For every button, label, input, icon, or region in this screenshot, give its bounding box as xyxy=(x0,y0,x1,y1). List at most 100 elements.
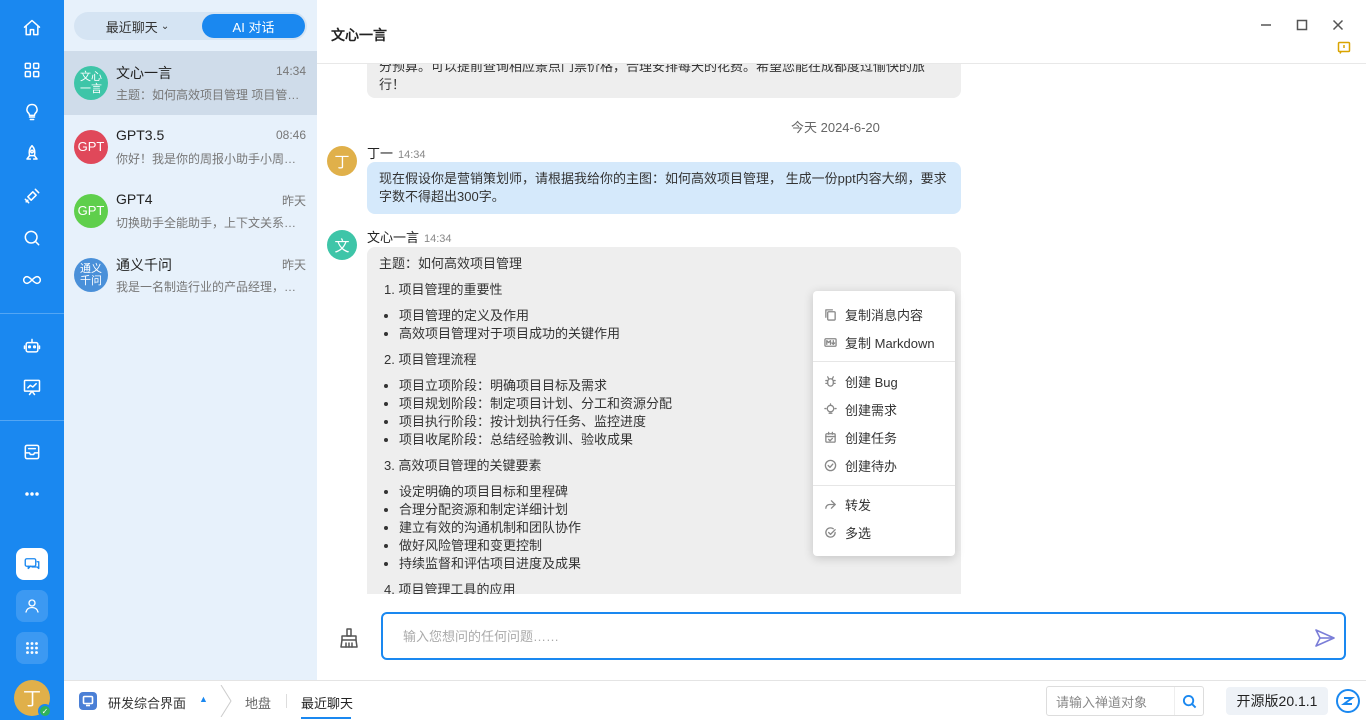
outline-section-title: 4. 项目管理工具的应用 xyxy=(384,582,516,594)
message-time: 14:34 xyxy=(424,233,452,245)
notice-icon[interactable] xyxy=(1337,41,1353,57)
avatar[interactable]: 丁 xyxy=(327,146,357,176)
conversation-item[interactable]: 通义 千问 通义千问 昨天 我是一名制造行业的产品经理，请帮我 xyxy=(64,243,317,307)
chat-header: 文心一言 xyxy=(317,0,1366,64)
menu-item-create-bug[interactable]: 创建 Bug xyxy=(813,368,955,394)
conversation-time: 昨天 xyxy=(281,258,306,272)
inbox-icon[interactable] xyxy=(17,437,47,467)
online-status-icon: ✓ xyxy=(38,704,52,718)
menu-item-create-task[interactable]: 创建任务 xyxy=(813,424,955,450)
object-search-input[interactable] xyxy=(1056,693,1174,711)
maximize-icon[interactable] xyxy=(1292,15,1312,35)
workspace-switcher[interactable]: 研发综合界面 xyxy=(108,693,186,712)
workspace-icon xyxy=(79,692,97,710)
contacts-icon[interactable] xyxy=(16,590,48,622)
breadcrumb-separator xyxy=(219,684,233,718)
copy-icon xyxy=(823,307,837,321)
message-context-menu: 复制消息内容 复制 Markdown 创建 Bug 创建需求 创建任务 创建待办… xyxy=(813,291,955,556)
send-icon[interactable] xyxy=(1313,626,1337,650)
menu-divider xyxy=(813,361,955,362)
breadcrumb-dashboard[interactable]: 地盘 xyxy=(245,693,271,712)
tab-ai-label: AI 对话 xyxy=(232,19,275,35)
menu-item-label: 创建需求 xyxy=(845,402,898,418)
menu-item-label: 复制 Markdown xyxy=(845,335,935,351)
conversation-name: 通义千问 xyxy=(116,257,172,273)
tab-recent-label: 最近聊天 xyxy=(105,19,158,35)
menu-item-create-story[interactable]: 创建需求 xyxy=(813,396,955,422)
breadcrumb-recent-chats[interactable]: 最近聊天 xyxy=(301,693,353,712)
conversation-time: 14:34 xyxy=(275,64,306,78)
message-time: 14:34 xyxy=(398,149,426,161)
outline-heading: 主题：如何高效项目管理 xyxy=(379,256,523,271)
chat-input-box[interactable] xyxy=(381,612,1346,660)
menu-item-create-todo[interactable]: 创建待办 xyxy=(813,452,955,478)
conversation-item[interactable]: GPT GPT4 昨天 切换助手全能助手，上下文关系已清空 xyxy=(64,179,317,243)
menu-item-label: 复制消息内容 xyxy=(845,307,924,323)
version-badge[interactable]: 开源版20.1.1 xyxy=(1226,687,1328,715)
calendar-check-icon xyxy=(823,430,837,444)
chat-input[interactable] xyxy=(403,626,1283,646)
active-tab-indicator xyxy=(301,717,351,719)
conversation-item[interactable]: 文心一言 文心一言 14:34 主题：如何高效项目管理 项目管理的重要性 xyxy=(64,51,317,115)
check-circle-icon xyxy=(823,458,837,472)
bulb-icon[interactable] xyxy=(17,97,47,127)
menu-item-label: 创建任务 xyxy=(845,430,898,446)
date-divider: 今天 2024-6-20 xyxy=(791,120,880,135)
menu-item-label: 创建待办 xyxy=(845,458,898,474)
conversation-preview: 主题：如何高效项目管理 项目管理的重要性 xyxy=(116,88,304,102)
rocket-icon[interactable] xyxy=(17,139,47,169)
conversation-preview: 切换助手全能助手，上下文关系已清空 xyxy=(116,216,304,230)
robot-icon[interactable] xyxy=(17,331,47,361)
rail-divider xyxy=(0,313,64,314)
caret-up-icon[interactable]: ▲ xyxy=(199,694,208,704)
apps-grid-icon[interactable] xyxy=(17,55,47,85)
more-icon[interactable] xyxy=(17,479,47,509)
user-message-bubble[interactable]: 现在假设你是营销策划师，请根据我给你的主图：如何高效项目管理， 生成一份ppt内… xyxy=(367,162,961,214)
conversation-time: 昨天 xyxy=(281,194,306,208)
conversation-name: 文心一言 xyxy=(116,65,172,81)
zentao-logo-icon[interactable] xyxy=(1336,689,1360,713)
sender-name: 丁一 xyxy=(367,146,394,161)
conversation-avatar: GPT xyxy=(74,194,108,228)
conversation-avatar: 文心 一言 xyxy=(74,66,108,100)
message-sender: 文心一言 14:34 xyxy=(367,227,452,246)
menu-item-label: 多选 xyxy=(845,525,872,541)
clear-context-icon[interactable] xyxy=(337,626,361,650)
list-mode-switch: 最近聊天 ⌄ AI 对话 xyxy=(74,12,307,40)
bug-icon xyxy=(823,374,837,388)
menu-item-copy-content[interactable]: 复制消息内容 xyxy=(813,301,955,327)
menu-item-forward[interactable]: 转发 xyxy=(813,491,955,517)
object-search xyxy=(1046,686,1204,716)
conversation-avatar: 通义 千问 xyxy=(74,258,108,292)
conversation-preview: 我是一名制造行业的产品经理，请帮我 xyxy=(116,280,304,294)
conversation-item[interactable]: GPT GPT3.5 08:46 你好！我是你的周报小助手小周，请告诉我 xyxy=(64,115,317,179)
menu-item-multi-select[interactable]: 多选 xyxy=(813,519,955,545)
conversation-list-panel: 最近聊天 ⌄ AI 对话 文心 一言 文心一言 14:34 主题：如何高效项目管理 … xyxy=(64,0,317,680)
avatar[interactable]: 丁 ✓ xyxy=(14,680,52,718)
menu-item-label: 转发 xyxy=(845,497,872,513)
rail-divider xyxy=(0,420,64,421)
forward-icon xyxy=(823,497,837,511)
app-launcher-icon[interactable] xyxy=(16,632,48,664)
conversation-avatar: GPT xyxy=(74,130,108,164)
conversation-name: GPT3.5 xyxy=(116,127,165,143)
search-icon[interactable] xyxy=(1174,687,1204,715)
chart-board-icon[interactable] xyxy=(17,372,47,402)
bot-message-bubble[interactable]: 分预算。可以提前查询相应景点门票价格，合理安排每天的花费。希望您能在成都度过愉快… xyxy=(367,64,961,98)
tab-recent-chats[interactable]: 最近聊天 ⌄ xyxy=(76,14,199,38)
sender-name: 文心一言 xyxy=(367,230,420,245)
minimize-icon[interactable] xyxy=(1256,15,1276,35)
message-sender: 丁一 14:34 xyxy=(367,143,426,162)
home-icon[interactable] xyxy=(17,13,47,43)
conversation-name: GPT4 xyxy=(116,191,153,207)
tab-ai-chat[interactable]: AI 对话 xyxy=(202,14,305,38)
avatar[interactable]: 文 xyxy=(327,230,357,260)
menu-divider xyxy=(813,485,955,486)
chat-bubbles-icon[interactable] xyxy=(16,548,48,580)
infinity-icon[interactable] xyxy=(17,265,47,295)
menu-item-copy-markdown[interactable]: 复制 Markdown xyxy=(813,329,955,355)
search-icon[interactable] xyxy=(17,223,47,253)
satellite-icon[interactable] xyxy=(17,181,47,211)
multi-check-icon xyxy=(823,525,837,539)
close-icon[interactable] xyxy=(1328,15,1348,35)
